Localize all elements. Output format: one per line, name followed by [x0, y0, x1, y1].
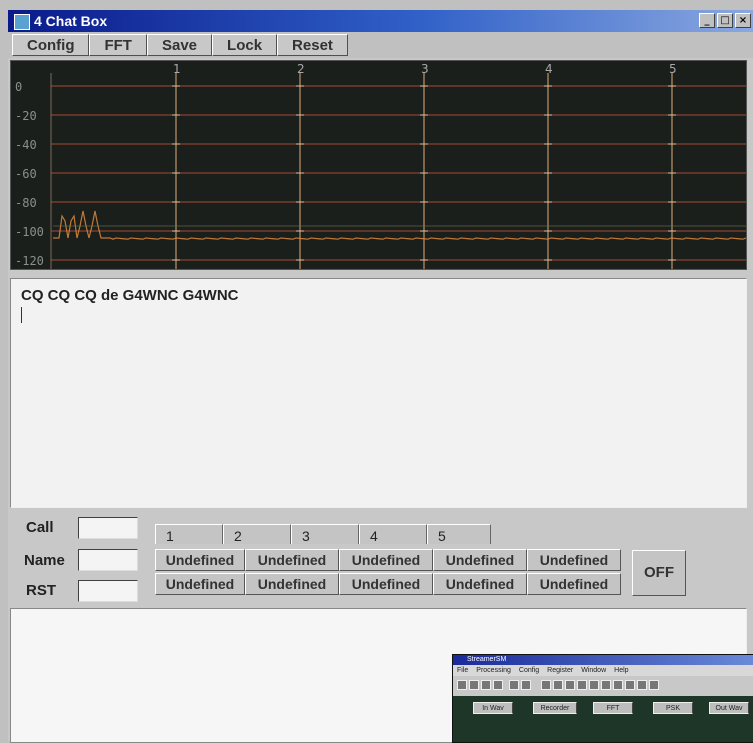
spectrum-display[interactable]: 0 -20 -40 -60 -80 -100 -120 1 2 3 4 5 — [10, 60, 747, 270]
inset-tool-icon — [457, 680, 467, 690]
save-button[interactable]: Save — [146, 34, 213, 56]
inset-tool-icon — [565, 680, 575, 690]
call-field[interactable] — [78, 517, 138, 539]
db-tick-label: -120 — [15, 254, 44, 268]
inset-tool-icon — [553, 680, 563, 690]
lock-button[interactable]: Lock — [212, 34, 278, 56]
off-button[interactable]: OFF — [632, 550, 686, 596]
app-icon — [14, 14, 30, 30]
macro-button-1-5[interactable]: Undefined — [527, 549, 621, 571]
inset-title: StreamerSM — [453, 655, 753, 665]
fft-button[interactable]: FFT — [89, 34, 147, 56]
reset-button[interactable]: Reset — [277, 34, 348, 56]
channel-marker-label: 5 — [669, 62, 677, 76]
tab-3[interactable]: 3 — [291, 524, 359, 544]
text-cursor — [21, 307, 22, 323]
macro-button-1-2[interactable]: Undefined — [245, 549, 339, 571]
inset-tool-icon — [625, 680, 635, 690]
inset-tool-icon — [541, 680, 551, 690]
macro-button-2-2[interactable]: Undefined — [245, 573, 339, 595]
inset-tool-icon — [493, 680, 503, 690]
inset-menu-item: File — [457, 667, 469, 674]
spectrum-trace — [53, 210, 746, 240]
inset-tool-icon — [601, 680, 611, 690]
channel-marker-label: 2 — [297, 62, 305, 76]
macro-button-2-5[interactable]: Undefined — [527, 573, 621, 595]
inset-menu: File Processing Config Register Window H… — [453, 665, 753, 676]
db-tick-label: -60 — [15, 167, 37, 181]
minimize-button[interactable]: _ — [699, 13, 715, 28]
inset-button: In Wav — [473, 702, 513, 714]
channel-marker-label: 3 — [421, 62, 429, 76]
toolbar: Config FFT Save Lock Reset — [8, 32, 753, 58]
macro-button-1-4[interactable]: Undefined — [433, 549, 527, 571]
title-bar[interactable]: 4 Chat Box _ □ × — [8, 10, 753, 32]
inset-tool-icon — [521, 680, 531, 690]
rst-field[interactable] — [78, 580, 138, 602]
db-tick-label: -80 — [15, 196, 37, 210]
inset-tool-icon — [509, 680, 519, 690]
receive-text: CQ CQ CQ de G4WNC G4WNC — [21, 287, 239, 304]
inset-button: PSK — [653, 702, 693, 714]
name-field[interactable] — [78, 549, 138, 571]
inset-tool-icon — [613, 680, 623, 690]
inset-toolbar — [453, 676, 753, 696]
inset-tool-icon — [649, 680, 659, 690]
receive-pane[interactable]: CQ CQ CQ de G4WNC G4WNC — [10, 278, 747, 508]
tab-1[interactable]: 1 — [155, 524, 223, 544]
inset-menu-item: Config — [518, 667, 540, 674]
maximize-button[interactable]: □ — [717, 13, 733, 28]
inset-tool-icon — [637, 680, 647, 690]
inset-tool-icon — [589, 680, 599, 690]
tab-2[interactable]: 2 — [223, 524, 291, 544]
db-tick-label: -100 — [15, 225, 44, 239]
inset-button: FFT — [593, 702, 633, 714]
inset-menu-item: Help — [614, 667, 629, 674]
inset-menu-item: Window — [581, 667, 607, 674]
macro-button-2-3[interactable]: Undefined — [339, 573, 433, 595]
inset-menu-item: Processing — [476, 667, 511, 674]
tab-4[interactable]: 4 — [359, 524, 427, 544]
window-title: 4 Chat Box — [34, 13, 108, 29]
window-controls: _ □ × — [699, 13, 751, 28]
macro-button-2-1[interactable]: Undefined — [155, 573, 245, 595]
config-button[interactable]: Config — [12, 34, 90, 56]
channel-marker-label: 1 — [173, 62, 181, 76]
macro-button-1-1[interactable]: Undefined — [155, 549, 245, 571]
inset-screenshot: StreamerSM File Processing Config Regist… — [452, 654, 753, 743]
db-tick-label: -40 — [15, 138, 37, 152]
db-tick-label: -20 — [15, 109, 37, 123]
inset-tool-icon — [577, 680, 587, 690]
macro-button-1-3[interactable]: Undefined — [339, 549, 433, 571]
inset-menu-item: Register — [547, 667, 574, 674]
inset-button: Recorder — [533, 702, 577, 714]
inset-tool-icon — [469, 680, 479, 690]
tab-5[interactable]: 5 — [427, 524, 491, 544]
rst-label: RST — [26, 582, 56, 599]
inset-body: In Wav Recorder FFT PSK Out Wav — [453, 696, 753, 742]
call-label: Call — [26, 519, 54, 536]
macro-button-2-4[interactable]: Undefined — [433, 573, 527, 595]
inset-tool-icon — [481, 680, 491, 690]
close-button[interactable]: × — [735, 13, 751, 28]
db-tick-label: 0 — [15, 80, 22, 94]
channel-marker-label: 4 — [545, 62, 553, 76]
spectrum-graph: 0 -20 -40 -60 -80 -100 -120 1 2 3 4 5 — [15, 62, 746, 269]
name-label: Name — [24, 552, 65, 569]
inset-button: Out Wav — [709, 702, 749, 714]
